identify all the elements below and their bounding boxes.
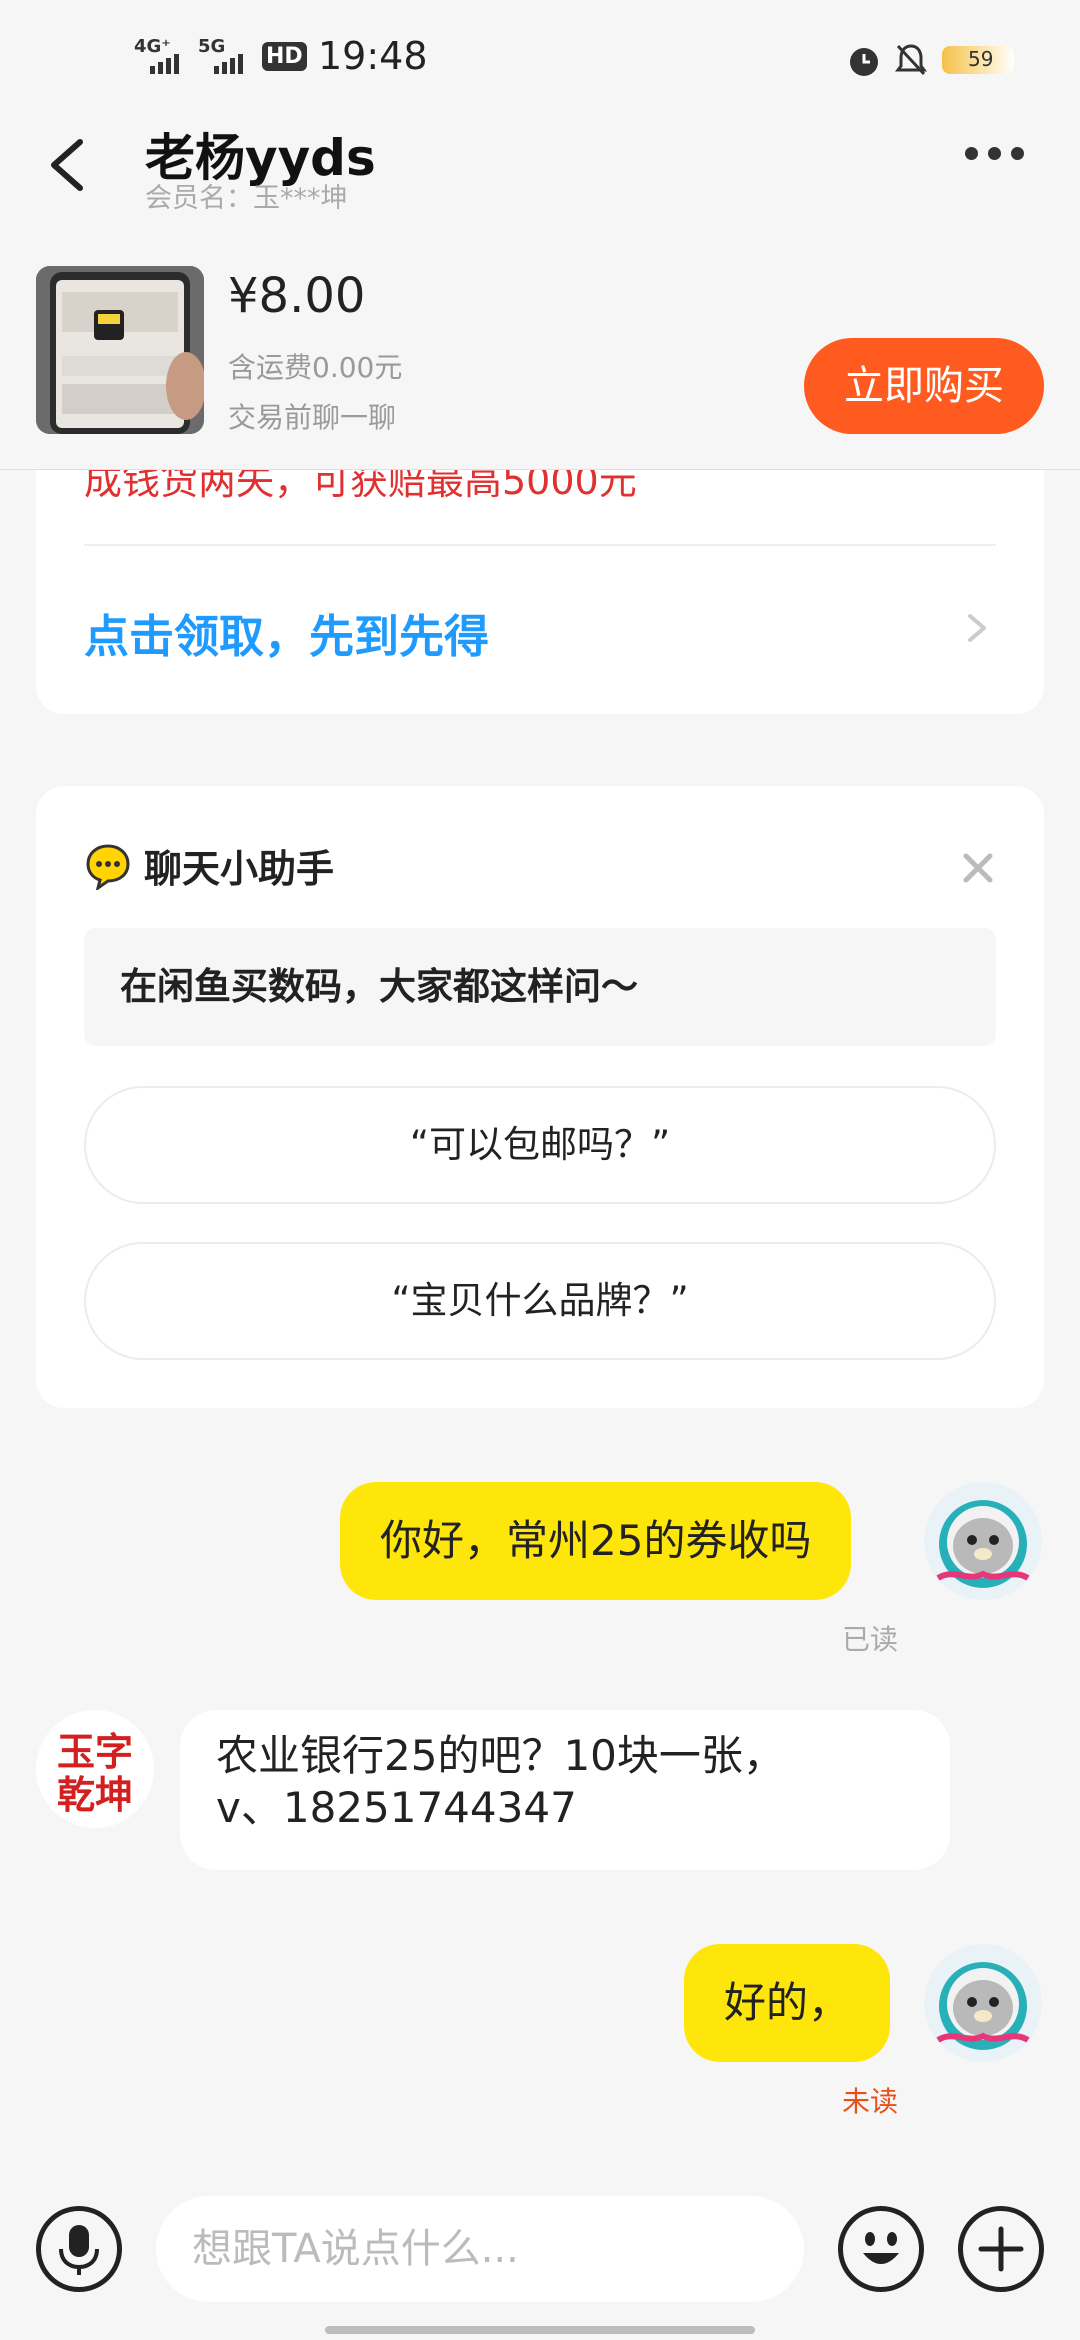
close-icon[interactable] [956,846,1000,890]
alarm-icon [850,48,878,76]
partner-avatar[interactable]: 玉字 乾坤 [36,1710,154,1828]
read-status: 已读 [842,1623,899,1656]
product-price: ¥8.00 [228,268,366,324]
unread-status: 未读 [842,2085,899,2118]
status-bar: 4G⁺ 5G HD 19:48 59 [0,0,1080,120]
message-input[interactable]: 想跟TA说点什么... [156,2196,804,2302]
back-arrow-icon[interactable] [40,130,100,200]
quick-question-brand[interactable]: “宝贝什么品牌？” [84,1242,996,1360]
message-bubble-sent[interactable]: 好的， [684,1944,891,2062]
microphone-icon [59,2225,99,2275]
shipping-fee: 含运费0.00元 [228,351,403,384]
divider [84,544,996,546]
my-avatar[interactable] [924,1482,1042,1600]
chat-before-trade-hint: 交易前聊一聊 [228,401,397,434]
promo-card: 成钱货两失，可获赔最高5000元 点击领取，先到先得 [36,470,1044,714]
clock-time: 19:48 [318,34,428,78]
home-indicator[interactable] [325,2326,755,2334]
plus-icon [978,2226,1024,2272]
signal-bars-icon [150,54,182,74]
mute-bell-icon [895,44,927,76]
message-line: 农业银行25的吧？10块一张， [216,1731,785,1780]
hd-badge: HD [262,42,307,71]
claim-link[interactable]: 点击领取，先到先得 [84,600,489,665]
my-avatar[interactable] [924,1944,1042,2062]
avatar-calligraphy-1: 玉字 [57,1729,133,1774]
add-more-button[interactable] [958,2206,1044,2292]
scroll-edge [0,440,1080,470]
chat-assistant-card: 聊天小助手 在闲鱼买数码，大家都这样问～ “可以包邮吗？” “宝贝什么品牌？” [36,786,1044,1408]
avatar-calligraphy-2: 乾坤 [57,1772,133,1817]
member-name: 会员名：玉***坤 [145,183,348,214]
chat-bubble-icon [86,844,130,890]
assistant-hint: 在闲鱼买数码，大家都这样问～ [84,928,996,1046]
message-bubble-received[interactable]: 农业银行25的吧？10块一张， v、18251744347 [180,1710,950,1870]
message-line: v、18251744347 [216,1783,577,1832]
battery-level: 59 [968,47,994,71]
message-bubble-sent[interactable]: 你好，常州25的券收吗 [340,1482,852,1600]
voice-button[interactable] [36,2206,122,2292]
buy-now-button[interactable]: 立即购买 [804,338,1044,434]
more-options-icon[interactable] [960,145,1040,185]
emoji-button[interactable] [838,2206,924,2292]
product-thumbnail[interactable] [36,266,204,434]
assistant-title: 聊天小助手 [144,847,335,891]
signal-bars-icon [214,54,246,74]
chevron-right-icon[interactable] [956,608,996,648]
promo-compensation-text: 成钱货两失，可获赔最高5000元 [84,470,637,503]
smiley-icon [863,2232,899,2264]
quick-question-free-shipping[interactable]: “可以包邮吗？” [84,1086,996,1204]
